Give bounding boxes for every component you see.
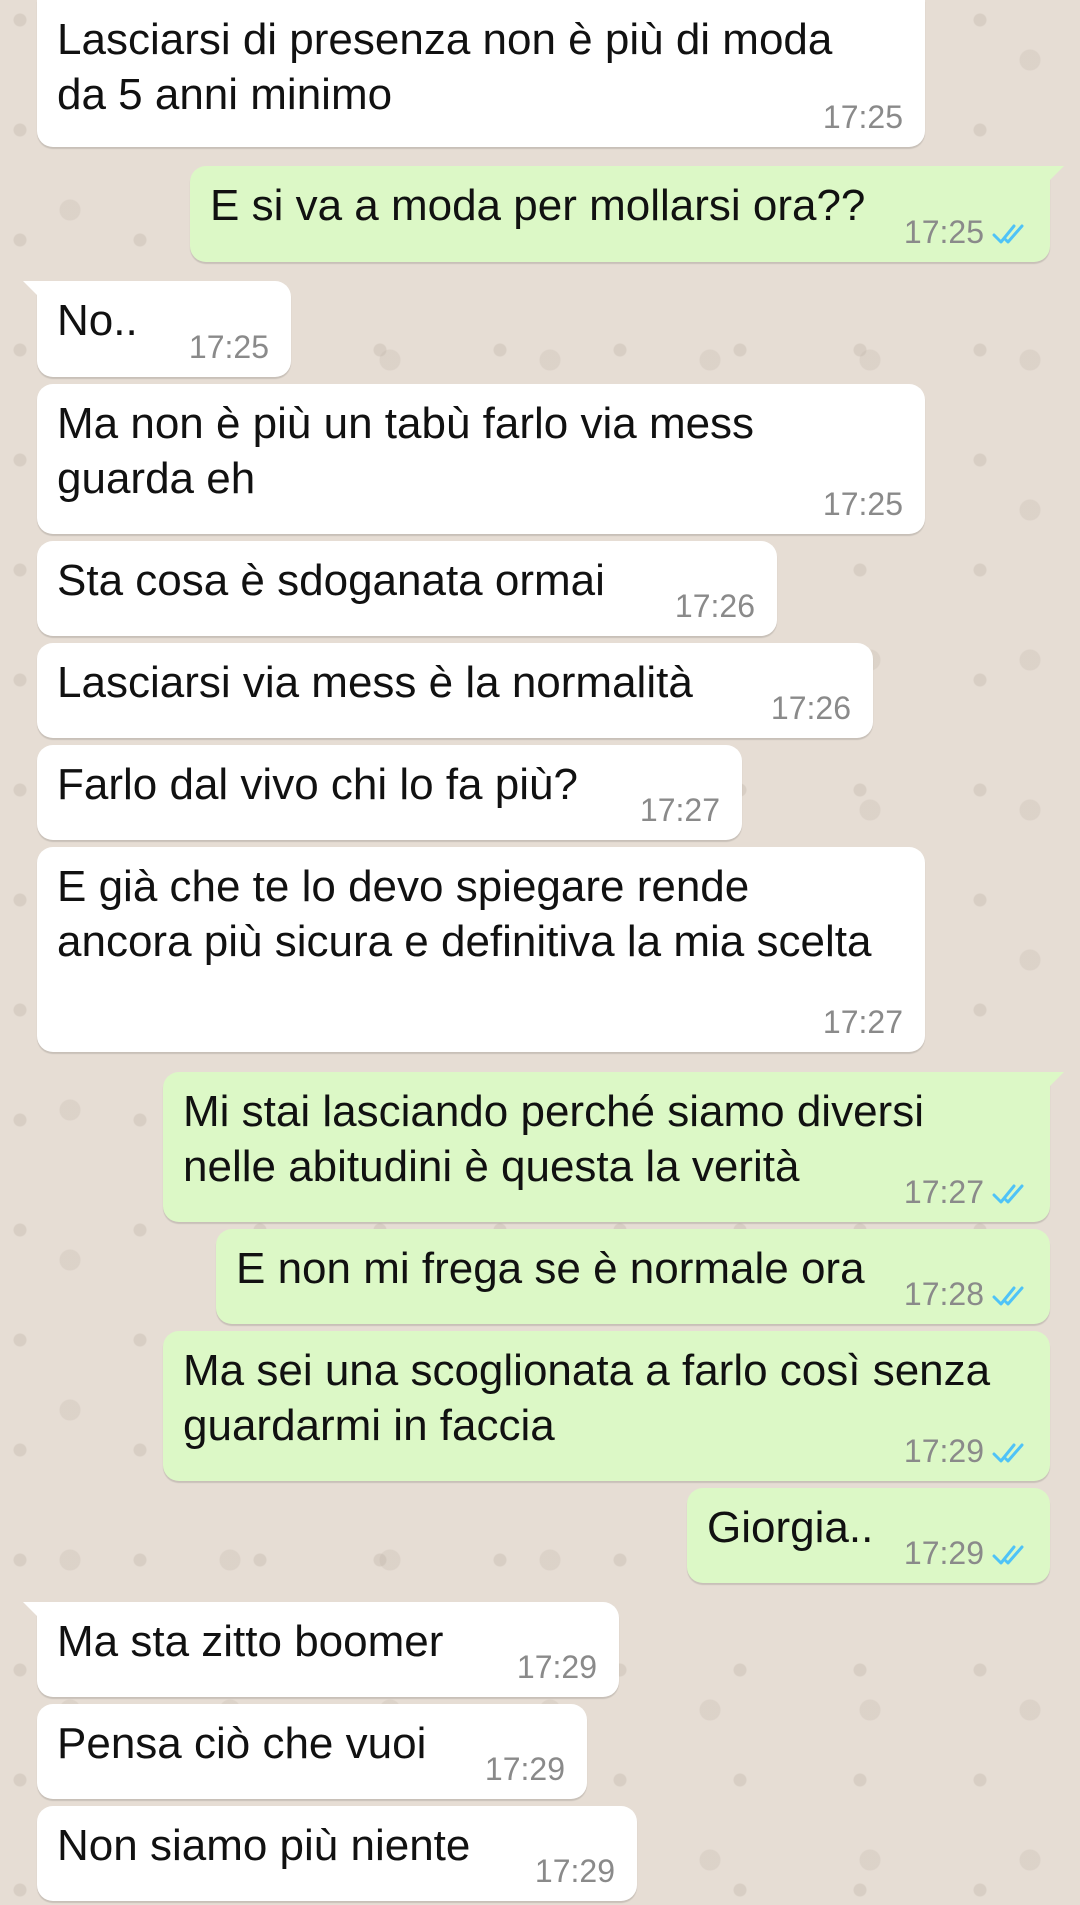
message-text: Farlo dal vivo chi lo fa più? bbox=[57, 760, 578, 809]
message-time: 17:25 bbox=[188, 329, 269, 365]
message-time: 17:27 bbox=[903, 1174, 984, 1210]
message-time: 17:27 bbox=[639, 792, 720, 828]
message-bubble-incoming[interactable]: Ma sta zitto boomer 17:29 bbox=[23, 1602, 619, 1697]
message-time: 17:29 bbox=[903, 1535, 984, 1571]
message-time: 17:26 bbox=[770, 690, 851, 726]
message-bubble-outgoing[interactable]: E non mi frega se è normale ora 17:28 bbox=[216, 1229, 1050, 1324]
message-bubble-outgoing[interactable]: Giorgia.. 17:29 bbox=[687, 1488, 1050, 1583]
double-check-icon bbox=[992, 224, 1024, 244]
message-text: Non siamo più niente bbox=[57, 1821, 471, 1870]
message-bubble-incoming[interactable]: E già che te lo devo spiegare rende anco… bbox=[37, 847, 925, 1052]
bubble-tail bbox=[1042, 1072, 1064, 1094]
message-meta: 17:29 bbox=[904, 1537, 1032, 1569]
message-text: Lasciarsi via mess è la normalità bbox=[57, 658, 693, 707]
message-meta: 17:28 bbox=[904, 1278, 1032, 1310]
message-bubble-incoming[interactable]: Pensa ciò che vuoi 17:29 bbox=[37, 1704, 587, 1799]
message-text: Sta cosa è sdoganata ormai bbox=[57, 556, 605, 605]
bubble-tail bbox=[23, 1602, 45, 1624]
message-bubble-incoming[interactable]: Ma non è più un tabù farlo via mess guar… bbox=[37, 384, 925, 534]
message-time: 17:25 bbox=[822, 99, 903, 135]
double-check-icon bbox=[992, 1286, 1024, 1306]
double-check-icon bbox=[992, 1545, 1024, 1565]
bubble-tail bbox=[1042, 166, 1064, 188]
message-time: 17:25 bbox=[903, 214, 984, 250]
message-bubble-outgoing[interactable]: Ma sei una scoglionata a farlo così senz… bbox=[163, 1331, 1050, 1481]
message-time: 17:25 bbox=[822, 486, 903, 522]
message-text: E già che te lo devo spiegare rende anco… bbox=[57, 862, 872, 966]
message-time: 17:26 bbox=[674, 588, 755, 624]
message-time: 17:29 bbox=[903, 1433, 984, 1469]
message-bubble-incoming[interactable]: Farlo dal vivo chi lo fa più? 17:27 bbox=[37, 745, 742, 840]
message-text: Lasciarsi di presenza non è più di moda … bbox=[57, 15, 833, 119]
message-bubble-incoming[interactable]: Non siamo più niente 17:29 bbox=[37, 1806, 637, 1901]
message-bubble-outgoing[interactable]: E si va a moda per mollarsi ora?? 17:25 bbox=[190, 166, 1064, 262]
message-time: 17:28 bbox=[903, 1276, 984, 1312]
double-check-icon bbox=[992, 1443, 1024, 1463]
message-bubble-incoming[interactable]: No.. 17:25 bbox=[23, 281, 291, 377]
chat-area[interactable]: Lasciarsi di presenza non è più di moda … bbox=[0, 0, 1080, 1905]
message-text: Ma non è più un tabù farlo via mess guar… bbox=[57, 399, 755, 503]
message-time: 17:29 bbox=[534, 1853, 615, 1889]
message-time: 17:27 bbox=[822, 1004, 903, 1040]
message-time: 17:29 bbox=[484, 1751, 565, 1787]
bubble-tail bbox=[23, 281, 45, 303]
message-bubble-incoming[interactable]: Lasciarsi via mess è la normalità 17:26 bbox=[37, 643, 873, 738]
message-meta: 17:27 bbox=[904, 1176, 1032, 1208]
message-time: 17:29 bbox=[516, 1649, 597, 1685]
message-bubble-incoming[interactable]: Lasciarsi di presenza non è più di moda … bbox=[37, 0, 925, 147]
message-bubble-incoming[interactable]: Sta cosa è sdoganata ormai 17:26 bbox=[37, 541, 777, 636]
double-check-icon bbox=[992, 1184, 1024, 1204]
message-meta: 17:25 bbox=[904, 216, 1032, 248]
message-meta: 17:29 bbox=[904, 1435, 1032, 1467]
message-bubble-outgoing[interactable]: Mi stai lasciando perché siamo diversi n… bbox=[163, 1072, 1064, 1222]
